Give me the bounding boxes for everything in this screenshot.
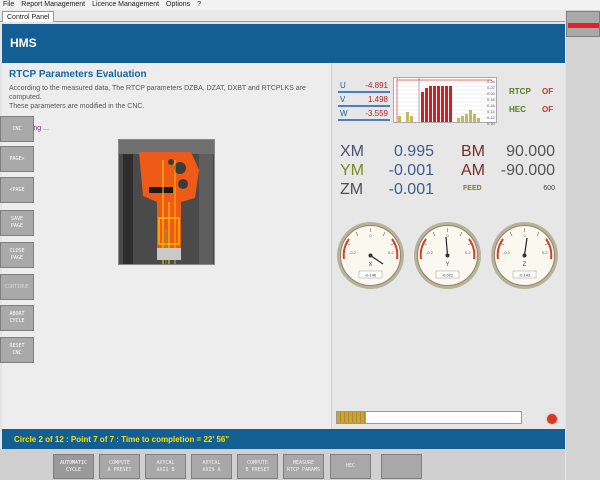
svg-text:-0.2: -0.2 bbox=[503, 250, 511, 255]
feed-label: FEED bbox=[463, 185, 482, 192]
u-label: U bbox=[340, 81, 346, 90]
tab-strip: Control Panel bbox=[0, 10, 565, 22]
xm-readout: XM 0.995 bbox=[340, 143, 434, 161]
v-label: V bbox=[340, 95, 346, 104]
side-button-column bbox=[566, 10, 600, 480]
gauge-z-axis-label: Z bbox=[523, 262, 527, 268]
feed-value: 600 bbox=[543, 185, 555, 192]
ym-value: -0.001 bbox=[388, 162, 434, 179]
gauge-y: 0 -0.2 0.2 Y -0.022 bbox=[413, 221, 482, 290]
v-value: 1.498 bbox=[367, 95, 388, 104]
description-line-2: These parameters are modified in the CNC… bbox=[9, 103, 145, 110]
gauge-z: 0 -0.2 0.2 Z -0.143 bbox=[490, 221, 559, 290]
left-panel: RTCP Parameters Evaluation According to … bbox=[2, 63, 331, 429]
menu-help[interactable]: ? bbox=[197, 0, 201, 10]
close-page-button[interactable]: CLOSE PAGE bbox=[0, 242, 34, 268]
blank-button[interactable] bbox=[381, 454, 422, 479]
cycle-status-text: Circle 2 of 12 : Point 7 of 7 : Time to … bbox=[14, 435, 230, 444]
menu-file[interactable]: File bbox=[3, 0, 14, 10]
u-underline bbox=[338, 91, 390, 93]
zm-value: -0.001 bbox=[388, 181, 434, 198]
gauge-y-readout: -0.022 bbox=[442, 273, 454, 278]
am-readout: AM -90.000 bbox=[461, 162, 555, 180]
rtcp-label: RTCP bbox=[509, 87, 531, 96]
gauge-x-axis-label: X bbox=[368, 262, 372, 268]
zm-label: ZM bbox=[340, 181, 364, 198]
reset-cnc-button[interactable]: RESET CNC bbox=[0, 337, 34, 363]
page-title: HMS bbox=[10, 36, 37, 50]
bm-value: 90.000 bbox=[506, 143, 555, 160]
cnc-button[interactable]: CNC bbox=[0, 116, 34, 142]
red-flag-icon bbox=[568, 23, 599, 28]
svg-text:-0.2: -0.2 bbox=[349, 250, 357, 255]
svg-text:0.2: 0.2 bbox=[388, 250, 394, 255]
menu-report-management[interactable]: Report Management bbox=[21, 0, 85, 10]
automatic-cycle-button[interactable]: AUTOMATIC CYCLE bbox=[53, 454, 94, 479]
w-value: -3.559 bbox=[365, 109, 388, 118]
v-readout: V 1.498 bbox=[338, 95, 390, 107]
menu-licence-management[interactable]: Licence Management bbox=[92, 0, 159, 10]
am-value: -90.000 bbox=[500, 162, 555, 179]
save-page-button[interactable]: SAVE PAGE bbox=[0, 210, 34, 236]
axycal-axis-a-button[interactable]: AXYCAL AXIS A bbox=[191, 454, 232, 479]
page-next-button[interactable]: PAGE> bbox=[0, 146, 34, 172]
hec-button[interactable]: HEC bbox=[330, 454, 371, 479]
histogram-graphic bbox=[394, 78, 496, 122]
description-line-1: According to the measured data, The RTCP… bbox=[9, 85, 306, 101]
u-value: -4.891 bbox=[365, 81, 388, 90]
ym-readout: YM -0.001 bbox=[340, 162, 434, 180]
gauge-y-axis-label: Y bbox=[445, 262, 449, 268]
status-flag bbox=[566, 11, 600, 37]
bm-label: BM bbox=[461, 143, 485, 160]
rtcp-state: OF bbox=[542, 87, 554, 96]
u-readout: U -4.891 bbox=[338, 81, 390, 93]
status-bar: Circle 2 of 12 : Point 7 of 7 : Time to … bbox=[2, 429, 565, 449]
w-label: W bbox=[340, 109, 348, 118]
compute-a-preset-button[interactable]: COMPUTE A PRESET bbox=[99, 454, 140, 479]
svg-text:-0.2: -0.2 bbox=[426, 250, 434, 255]
zm-readout: ZM -0.001 bbox=[340, 181, 434, 199]
alarm-led-icon bbox=[547, 414, 557, 424]
bm-readout: BM 90.000 bbox=[461, 143, 555, 161]
measure-rtcp-params-button[interactable]: MEASURE RTCP PARAMS bbox=[283, 454, 324, 479]
section-title: RTCP Parameters Evaluation bbox=[9, 69, 147, 80]
cycle-progress-fill bbox=[337, 412, 367, 423]
abort-cycle-button[interactable]: ABORT CYCLE bbox=[0, 305, 34, 331]
ym-label: YM bbox=[340, 162, 364, 179]
description: According to the measured data, The RTCP… bbox=[9, 84, 325, 111]
page-header: HMS bbox=[2, 24, 565, 63]
cycle-progress-bar bbox=[336, 411, 522, 424]
compute-b-preset-button[interactable]: COMPUTE B PRESET bbox=[237, 454, 278, 479]
histogram-ticks: 0.24 0.22 0.20 0.18 0.16 0.14 0.12 0.10 bbox=[487, 79, 495, 127]
rtcp-indicator: RTCP OF bbox=[509, 87, 553, 96]
gauge-x-readout: -0.146 bbox=[365, 273, 377, 278]
gauge-z-readout: -0.143 bbox=[519, 273, 531, 278]
gauge-x: 0 -0.2 0.2 X -0.146 bbox=[336, 221, 405, 290]
hec-indicator: HEC OF bbox=[509, 105, 553, 114]
deviation-histogram bbox=[393, 77, 497, 123]
menu-options[interactable]: Options bbox=[166, 0, 190, 10]
page-prev-button[interactable]: <PAGE bbox=[0, 177, 34, 203]
w-underline bbox=[338, 119, 390, 121]
w-readout: W -3.559 bbox=[338, 109, 390, 121]
hec-state: OF bbox=[542, 105, 554, 114]
menu-bar: File Report Management Licence Managemen… bbox=[0, 0, 600, 10]
hec-label: HEC bbox=[509, 105, 526, 114]
tick: 0.10 bbox=[487, 121, 495, 126]
v-underline bbox=[338, 105, 390, 107]
tab-control-panel[interactable]: Control Panel bbox=[2, 11, 55, 22]
svg-text:0.2: 0.2 bbox=[465, 250, 471, 255]
machine-head-photo bbox=[118, 139, 215, 265]
xm-value: 0.995 bbox=[393, 143, 434, 160]
svg-text:0.2: 0.2 bbox=[542, 250, 548, 255]
continue-button[interactable]: CONTINUE bbox=[0, 274, 34, 300]
am-label: AM bbox=[461, 162, 485, 179]
right-panel: U -4.891 V 1.498 W -3.559 0.24 0.22 0.20… bbox=[331, 63, 565, 429]
axycal-axis-b-button[interactable]: AXYCAL AXIS B bbox=[145, 454, 186, 479]
xm-label: XM bbox=[340, 143, 364, 160]
